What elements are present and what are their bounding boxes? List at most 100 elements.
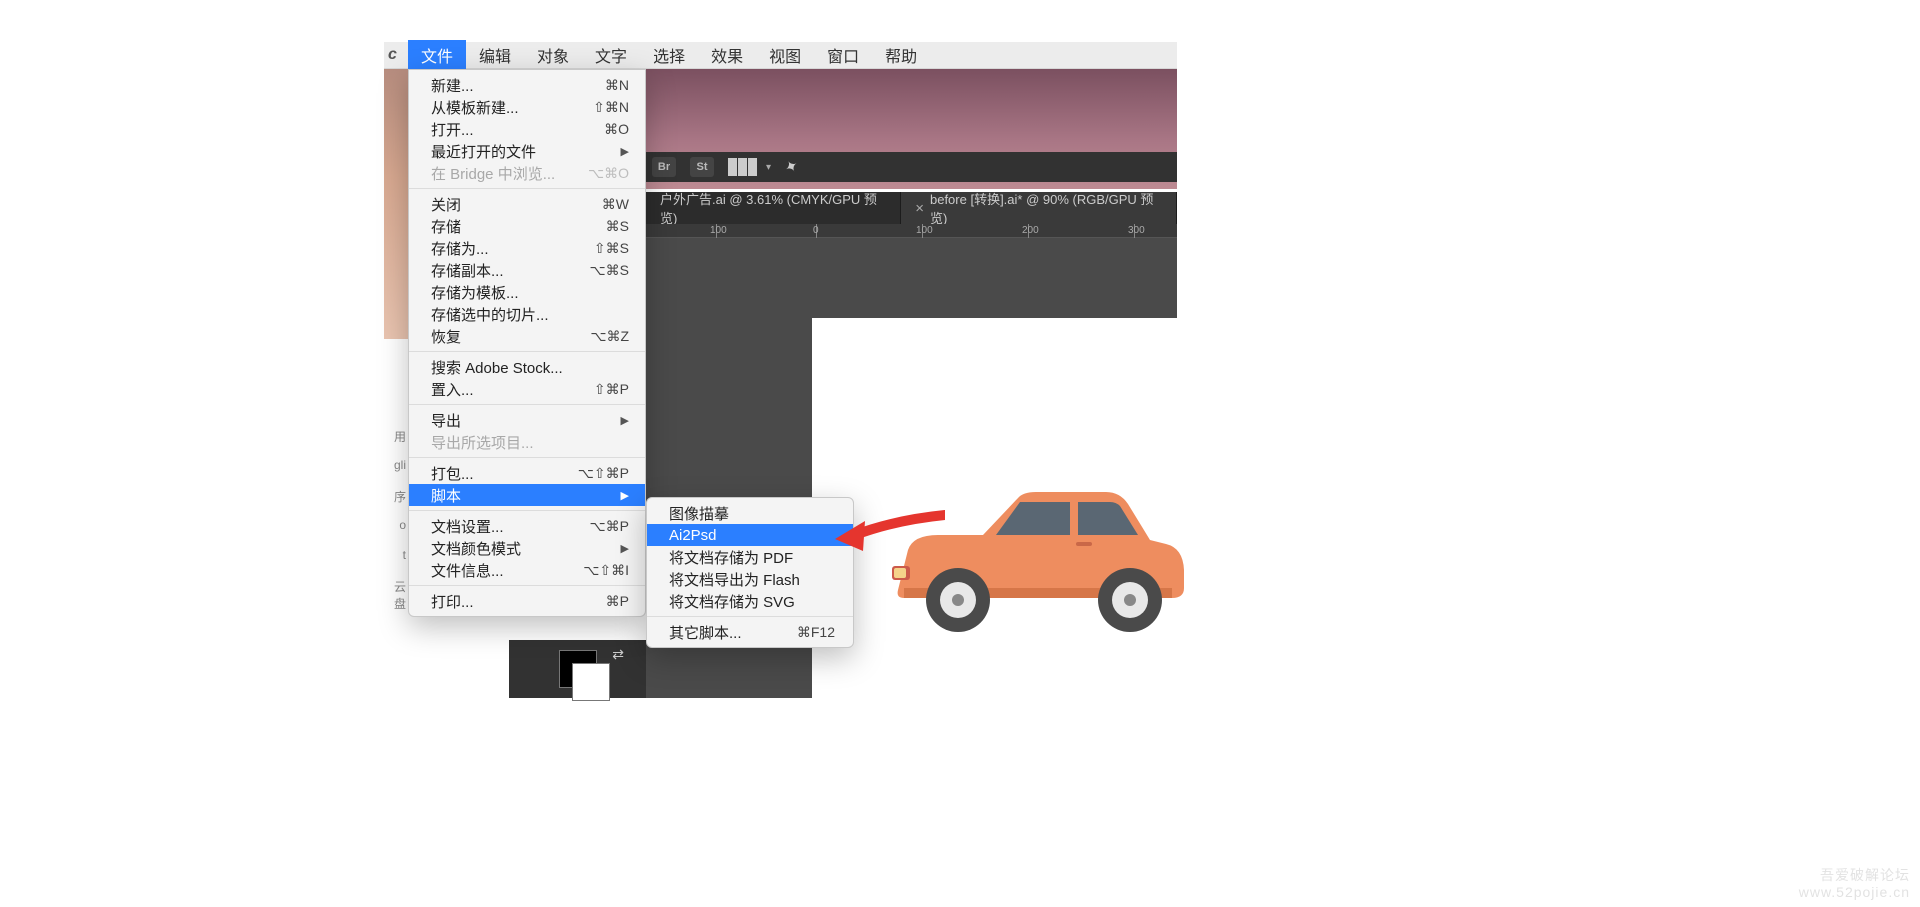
tab-label: 户外广告.ai @ 3.61% (CMYK/GPU 预览) (660, 189, 886, 227)
menu-item[interactable]: 打开...⌘O (409, 118, 645, 140)
shortcut-label: ⇧⌘S (594, 240, 629, 257)
menu-item-label: 存储副本... (431, 260, 504, 281)
menu-item: 导出所选项目... (409, 431, 645, 453)
color-swatch[interactable] (559, 650, 597, 688)
menu-separator (409, 188, 645, 189)
submenu-arrow-icon: ▶ (621, 145, 629, 158)
menu-separator (409, 351, 645, 352)
menu-item[interactable]: 打包...⌥⇧⌘P (409, 462, 645, 484)
menu-separator (409, 510, 645, 511)
menu-item-label: 脚本 (431, 485, 461, 506)
submenu-item[interactable]: 其它脚本... ⌘F12 (647, 621, 853, 643)
submenu-item[interactable]: 将文档导出为 Flash (647, 568, 853, 590)
menu-选择[interactable]: 选择 (640, 40, 698, 70)
ruler-tick: 100 (710, 225, 727, 236)
document-tab[interactable]: 户外广告.ai @ 3.61% (CMYK/GPU 预览) (646, 192, 901, 224)
menu-item-label: 搜索 Adobe Stock... (431, 357, 563, 378)
submenu-item[interactable]: 图像描摹 (647, 502, 853, 524)
menu-item[interactable]: 文档设置... ⌥⌘P (409, 515, 645, 537)
arrange-documents-icon[interactable] (728, 158, 758, 176)
menu-item-label: 恢复 (431, 326, 461, 347)
submenu-item-label: 将文档导出为 Flash (669, 569, 800, 590)
menu-item[interactable]: 新建...⌘N (409, 74, 645, 96)
menu-item[interactable]: 脚本 ▶ (409, 484, 645, 506)
menu-item[interactable]: 文档颜色模式▶ (409, 537, 645, 559)
menu-item[interactable]: 搜索 Adobe Stock... (409, 356, 645, 378)
menu-item[interactable]: 存储副本... ⌥⌘S (409, 259, 645, 281)
menu-item-label: 文档颜色模式 (431, 538, 521, 559)
menu-item-label: 文档设置... (431, 516, 504, 537)
watermark-text: 吾爱破解论坛 www.52pojie.cn (1799, 867, 1910, 901)
submenu-item-label: 图像描摹 (669, 503, 729, 524)
submenu-arrow-icon: ▶ (621, 489, 629, 502)
menu-separator (409, 404, 645, 405)
menu-文件[interactable]: 文件 (408, 40, 466, 70)
stock-icon[interactable]: St (690, 157, 714, 177)
scripts-submenu[interactable]: 图像描摹 Ai2Psd 将文档存储为 PDF将文档导出为 Flash将文档存储为 S… (646, 497, 854, 648)
file-menu-dropdown[interactable]: 新建...⌘N从模板新建...⇧⌘N打开...⌘O最近打开的文件 ▶ 在 Bridg… (408, 69, 646, 617)
menu-item-label: 新建... (431, 75, 474, 96)
menu-item[interactable]: 关闭⌘W (409, 193, 645, 215)
car-illustration (888, 480, 1188, 640)
shortcut-label: ⌘P (606, 593, 629, 610)
annotation-arrow (835, 505, 945, 555)
fill-stroke-swatch[interactable]: ⇄ (509, 640, 646, 698)
menu-效果[interactable]: 效果 (698, 40, 756, 70)
menu-item[interactable]: 存储为模板... (409, 281, 645, 303)
left-panel-fragment: 用 gli 序 o t 云盘 (384, 420, 408, 698)
menu-对象[interactable]: 对象 (524, 40, 582, 70)
menu-item[interactable]: 从模板新建...⇧⌘N (409, 96, 645, 118)
gpu-preview-icon[interactable]: ✦ (781, 155, 803, 179)
menu-item-label: 导出 (431, 410, 461, 431)
shortcut-label: ⇧⌘N (593, 99, 629, 116)
ruler-tick: 0 (813, 225, 819, 236)
horizontal-ruler[interactable]: 100 0 100 200 300 (646, 224, 1177, 238)
menu-item-label: 导出所选项目... (431, 432, 534, 453)
shortcut-label: ⌥⌘S (590, 262, 629, 279)
submenu-item-label: 其它脚本... (669, 622, 742, 643)
menu-item[interactable]: 导出 ▶ (409, 409, 645, 431)
menu-item-label: 在 Bridge 中浏览... (431, 163, 555, 184)
submenu-arrow-icon: ▶ (621, 414, 629, 427)
menu-separator (409, 457, 645, 458)
submenu-item[interactable]: 将文档存储为 SVG (647, 590, 853, 612)
menu-item[interactable]: 最近打开的文件 ▶ (409, 140, 645, 162)
menu-视图[interactable]: 视图 (756, 40, 814, 70)
menu-item-label: 文件信息... (431, 560, 504, 581)
menu-item-label: 存储为... (431, 238, 489, 259)
menu-item[interactable]: 恢复 ⌥⌘Z (409, 325, 645, 347)
shortcut-label: ⌥⌘P (590, 518, 629, 535)
menu-item[interactable]: 存储为... ⇧⌘S (409, 237, 645, 259)
menu-item-label: 打包... (431, 463, 474, 484)
menu-item[interactable]: 置入...⇧⌘P (409, 378, 645, 400)
menu-separator (647, 616, 853, 617)
shortcut-label: ⌘O (604, 121, 629, 138)
menu-item-label: 存储选中的切片... (431, 304, 549, 325)
menu-文字[interactable]: 文字 (582, 40, 640, 70)
menu-窗口[interactable]: 窗口 (814, 40, 872, 70)
swap-colors-icon[interactable]: ⇄ (612, 646, 624, 663)
shortcut-label: ⌥⌘Z (590, 328, 629, 345)
submenu-item[interactable]: 将文档存储为 PDF (647, 546, 853, 568)
submenu-item-label: 将文档存储为 SVG (669, 591, 795, 612)
menu-item: 在 Bridge 中浏览...⌥⌘O (409, 162, 645, 184)
menu-item[interactable]: 文件信息...⌥⇧⌘I (409, 559, 645, 581)
menu-编辑[interactable]: 编辑 (466, 40, 524, 70)
menu-item[interactable]: 存储⌘S (409, 215, 645, 237)
chevron-down-icon[interactable]: ▾ (766, 162, 771, 173)
shortcut-label: ⌘F12 (797, 624, 835, 641)
submenu-item[interactable]: Ai2Psd (647, 524, 853, 546)
document-tab[interactable]: × before [转换].ai* @ 90% (RGB/GPU 预览) (901, 192, 1177, 224)
submenu-item-label: Ai2Psd (669, 527, 717, 544)
shortcut-label: ⇧⌘P (594, 381, 629, 398)
application-menubar: c 文件编辑对象文字选择效果视图窗口帮助 (384, 42, 1177, 69)
menu-item[interactable]: 打印...⌘P (409, 590, 645, 612)
menu-item-label: 最近打开的文件 (431, 141, 536, 162)
menu-item-label: 存储为模板... (431, 282, 519, 303)
bridge-icon[interactable]: Br (652, 157, 676, 177)
submenu-item-label: 将文档存储为 PDF (669, 547, 793, 568)
close-icon[interactable]: × (915, 200, 924, 217)
menu-item[interactable]: 存储选中的切片... (409, 303, 645, 325)
ruler-tick: 200 (1022, 225, 1039, 236)
menu-帮助[interactable]: 帮助 (872, 40, 930, 70)
